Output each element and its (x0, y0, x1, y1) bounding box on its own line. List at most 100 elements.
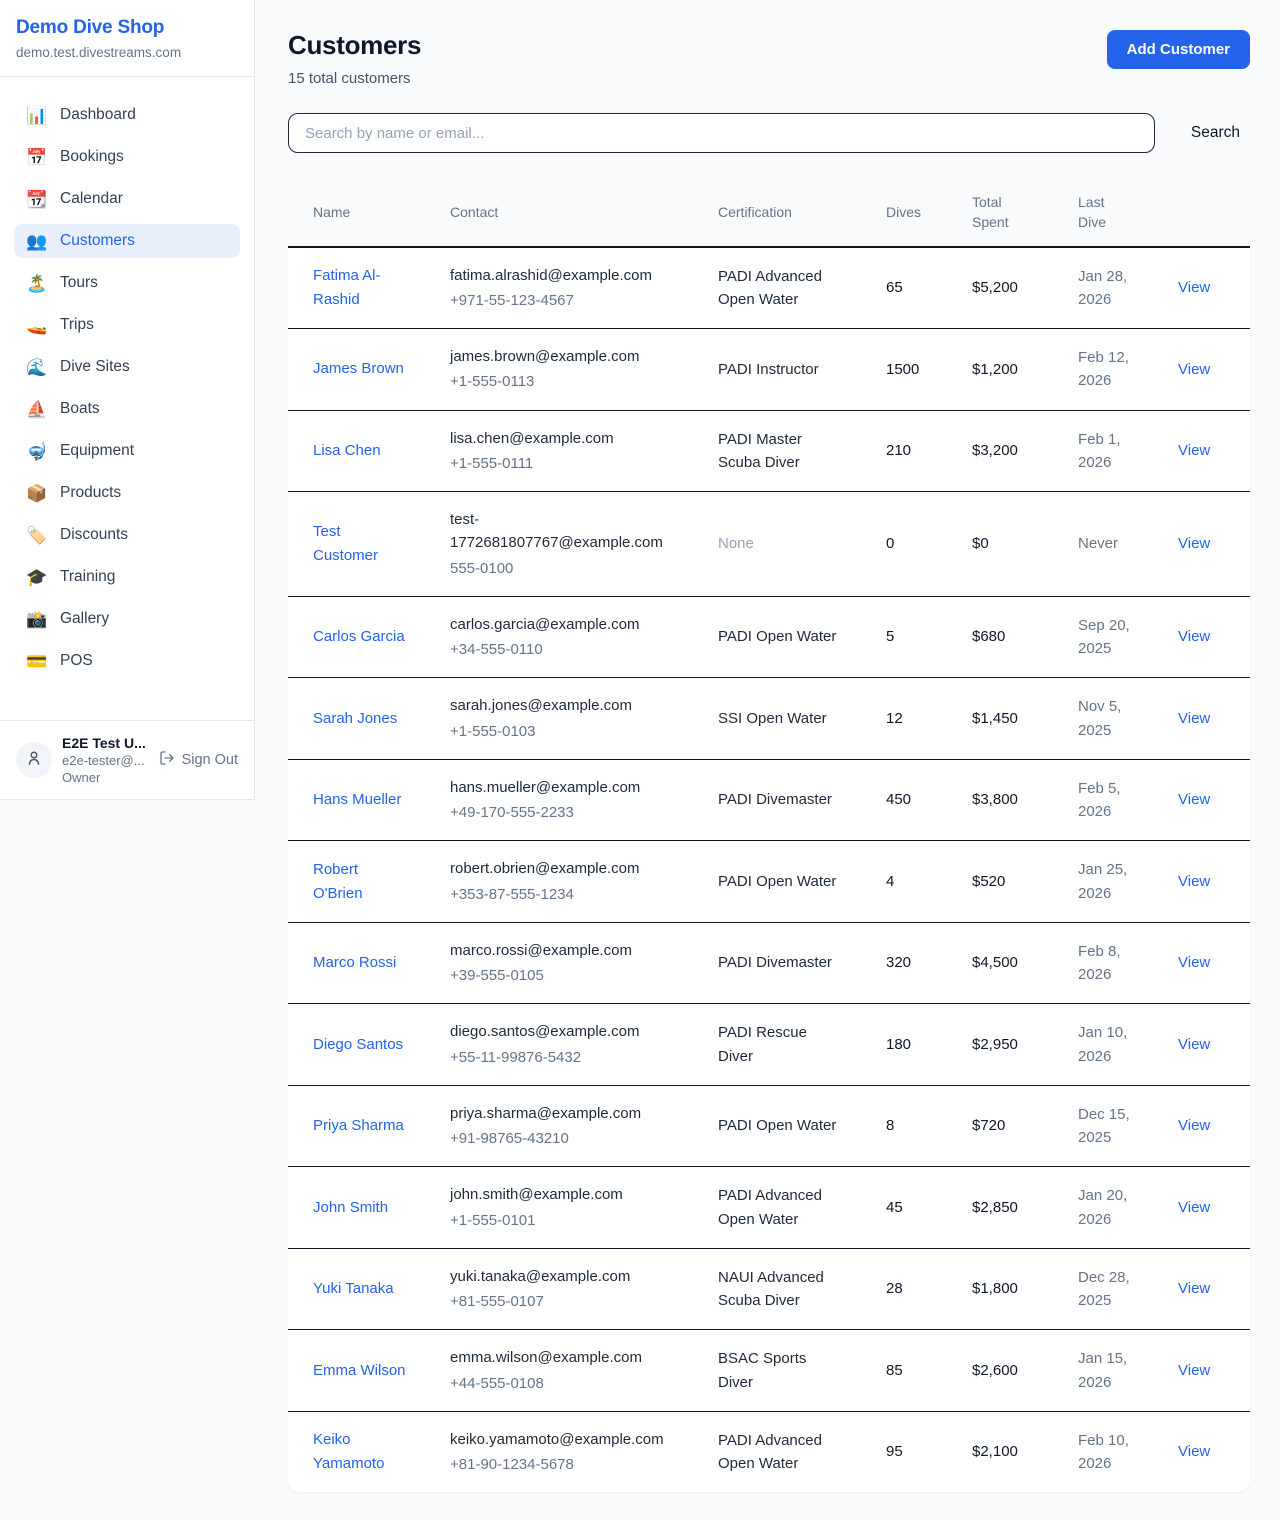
customer-name-link[interactable]: Lisa Chen (313, 439, 381, 463)
customer-count: 15 total customers (288, 70, 421, 87)
total-spent-value: $680 (956, 596, 1062, 678)
customer-name-link[interactable]: Emma Wilson (313, 1359, 406, 1383)
dives-value: 450 (870, 759, 956, 841)
dives-value: 95 (870, 1411, 956, 1492)
customer-name-link[interactable]: Marco Rossi (313, 951, 396, 975)
last-dive-value: Nov 5, 2025 (1078, 695, 1138, 742)
customer-phone: +39-555-0105 (450, 964, 686, 987)
view-customer-link[interactable]: View (1178, 1362, 1210, 1379)
add-customer-button[interactable]: Add Customer (1107, 30, 1250, 69)
view-customer-link[interactable]: View (1178, 1036, 1210, 1053)
col-header-contact: Contact (434, 179, 702, 247)
dives-value: 12 (870, 678, 956, 760)
view-customer-link[interactable]: View (1178, 1117, 1210, 1134)
customers-people-icon: 👥 (26, 233, 48, 250)
sidebar-item-label: Discounts (60, 526, 128, 544)
discounts-tag-icon: 🏷️ (26, 527, 48, 544)
customer-name-link[interactable]: Fatima Al-Rashid (313, 264, 407, 312)
table-row: Robert O'Brien robert.obrien@example.com… (288, 841, 1250, 923)
contact-cell: emma.wilson@example.com +44-555-0108 (434, 1330, 702, 1412)
customer-name-link[interactable]: Test Customer (313, 520, 407, 568)
customer-phone: +81-90-1234-5678 (450, 1453, 686, 1476)
view-customer-link[interactable]: View (1178, 442, 1210, 459)
customer-phone: +81-555-0107 (450, 1290, 686, 1313)
sidebar-item-calendar[interactable]: 📆 Calendar (14, 182, 240, 216)
dives-value: 180 (870, 1004, 956, 1086)
dives-value: 320 (870, 922, 956, 1004)
customer-phone: +49-170-555-2233 (450, 801, 686, 824)
customer-email: carlos.garcia@example.com (450, 613, 675, 636)
sidebar-item-gallery[interactable]: 📸 Gallery (14, 602, 240, 636)
search-input[interactable] (288, 113, 1155, 153)
sidebar-item-customers[interactable]: 👥 Customers (14, 224, 240, 258)
table-row: James Brown james.brown@example.com +1-5… (288, 329, 1250, 411)
contact-cell: james.brown@example.com +1-555-0113 (434, 329, 702, 411)
sign-out-label: Sign Out (182, 752, 238, 768)
view-customer-link[interactable]: View (1178, 628, 1210, 645)
certification-value: None (718, 532, 841, 555)
view-customer-link[interactable]: View (1178, 1280, 1210, 1297)
sidebar-item-dashboard[interactable]: 📊 Dashboard (14, 98, 240, 132)
table-row: Emma Wilson emma.wilson@example.com +44-… (288, 1330, 1250, 1412)
sidebar-item-pos[interactable]: 💳 POS (14, 644, 240, 678)
search-button[interactable]: Search (1181, 116, 1250, 150)
view-customer-link[interactable]: View (1178, 535, 1210, 552)
sidebar-item-tours[interactable]: 🏝️ Tours (14, 266, 240, 300)
sidebar-item-boats[interactable]: ⛵ Boats (14, 392, 240, 426)
customer-name-link[interactable]: James Brown (313, 357, 404, 381)
total-spent-value: $2,100 (956, 1411, 1062, 1492)
contact-cell: diego.santos@example.com +55-11-99876-54… (434, 1004, 702, 1086)
sidebar-item-training[interactable]: 🎓 Training (14, 560, 240, 594)
view-customer-link[interactable]: View (1178, 954, 1210, 971)
sidebar-item-products[interactable]: 📦 Products (14, 476, 240, 510)
view-customer-link[interactable]: View (1178, 361, 1210, 378)
view-customer-link[interactable]: View (1178, 791, 1210, 808)
col-header-last-dive: Last Dive (1062, 179, 1162, 247)
total-spent-value: $1,800 (956, 1248, 1062, 1330)
view-customer-link[interactable]: View (1178, 1199, 1210, 1216)
sign-out-button[interactable]: Sign Out (159, 750, 238, 770)
sidebar-item-trips[interactable]: 🚤 Trips (14, 308, 240, 342)
sidebar-item-bookings[interactable]: 📅 Bookings (14, 140, 240, 174)
customer-name-link[interactable]: Hans Mueller (313, 788, 401, 812)
sidebar-item-equipment[interactable]: 🤿 Equipment (14, 434, 240, 468)
view-customer-link[interactable]: View (1178, 279, 1210, 296)
contact-cell: test-1772681807767@example.com 555-0100 (434, 492, 702, 597)
customer-phone: +91-98765-43210 (450, 1127, 686, 1150)
customer-phone: +44-555-0108 (450, 1372, 686, 1395)
table-row: Test Customer test-1772681807767@example… (288, 492, 1250, 597)
customer-name-link[interactable]: Robert O'Brien (313, 858, 407, 906)
customer-name-link[interactable]: Carlos Garcia (313, 625, 405, 649)
view-customer-link[interactable]: View (1178, 1443, 1210, 1460)
customer-name-link[interactable]: Yuki Tanaka (313, 1277, 394, 1301)
customer-name-link[interactable]: Sarah Jones (313, 707, 397, 731)
customer-phone: +971-55-123-4567 (450, 289, 686, 312)
shop-domain: demo.test.divestreams.com (16, 45, 238, 60)
view-customer-link[interactable]: View (1178, 873, 1210, 890)
calendar-icon: 📆 (26, 191, 48, 208)
col-header-certification: Certification (702, 179, 870, 247)
customer-name-link[interactable]: John Smith (313, 1196, 388, 1220)
contact-cell: sarah.jones@example.com +1-555-0103 (434, 678, 702, 760)
view-customer-link[interactable]: View (1178, 710, 1210, 727)
last-dive-value: Dec 28, 2025 (1078, 1266, 1138, 1313)
customer-email: lisa.chen@example.com (450, 427, 675, 450)
dives-value: 28 (870, 1248, 956, 1330)
customer-email: fatima.alrashid@example.com (450, 264, 675, 287)
customer-name-link[interactable]: Keiko Yamamoto (313, 1428, 407, 1476)
col-header-dives: Dives (870, 179, 956, 247)
customer-name-link[interactable]: Priya Sharma (313, 1114, 404, 1138)
sidebar-item-label: Boats (60, 400, 100, 418)
search-bar: Search (288, 113, 1250, 153)
customer-name-link[interactable]: Diego Santos (313, 1033, 403, 1057)
certification-value: PADI Advanced Open Water (718, 1184, 841, 1231)
sidebar-item-dive-sites[interactable]: 🌊 Dive Sites (14, 350, 240, 384)
main-content: Customers 15 total customers Add Custome… (255, 0, 1280, 1520)
sidebar-item-discounts[interactable]: 🏷️ Discounts (14, 518, 240, 552)
sidebar-item-label: Dive Sites (60, 358, 130, 376)
shop-title: Demo Dive Shop (16, 17, 238, 39)
col-header-actions (1162, 179, 1250, 247)
user-role: Owner (62, 770, 149, 785)
total-spent-value: $520 (956, 841, 1062, 923)
last-dive-value: Feb 10, 2026 (1078, 1429, 1138, 1476)
